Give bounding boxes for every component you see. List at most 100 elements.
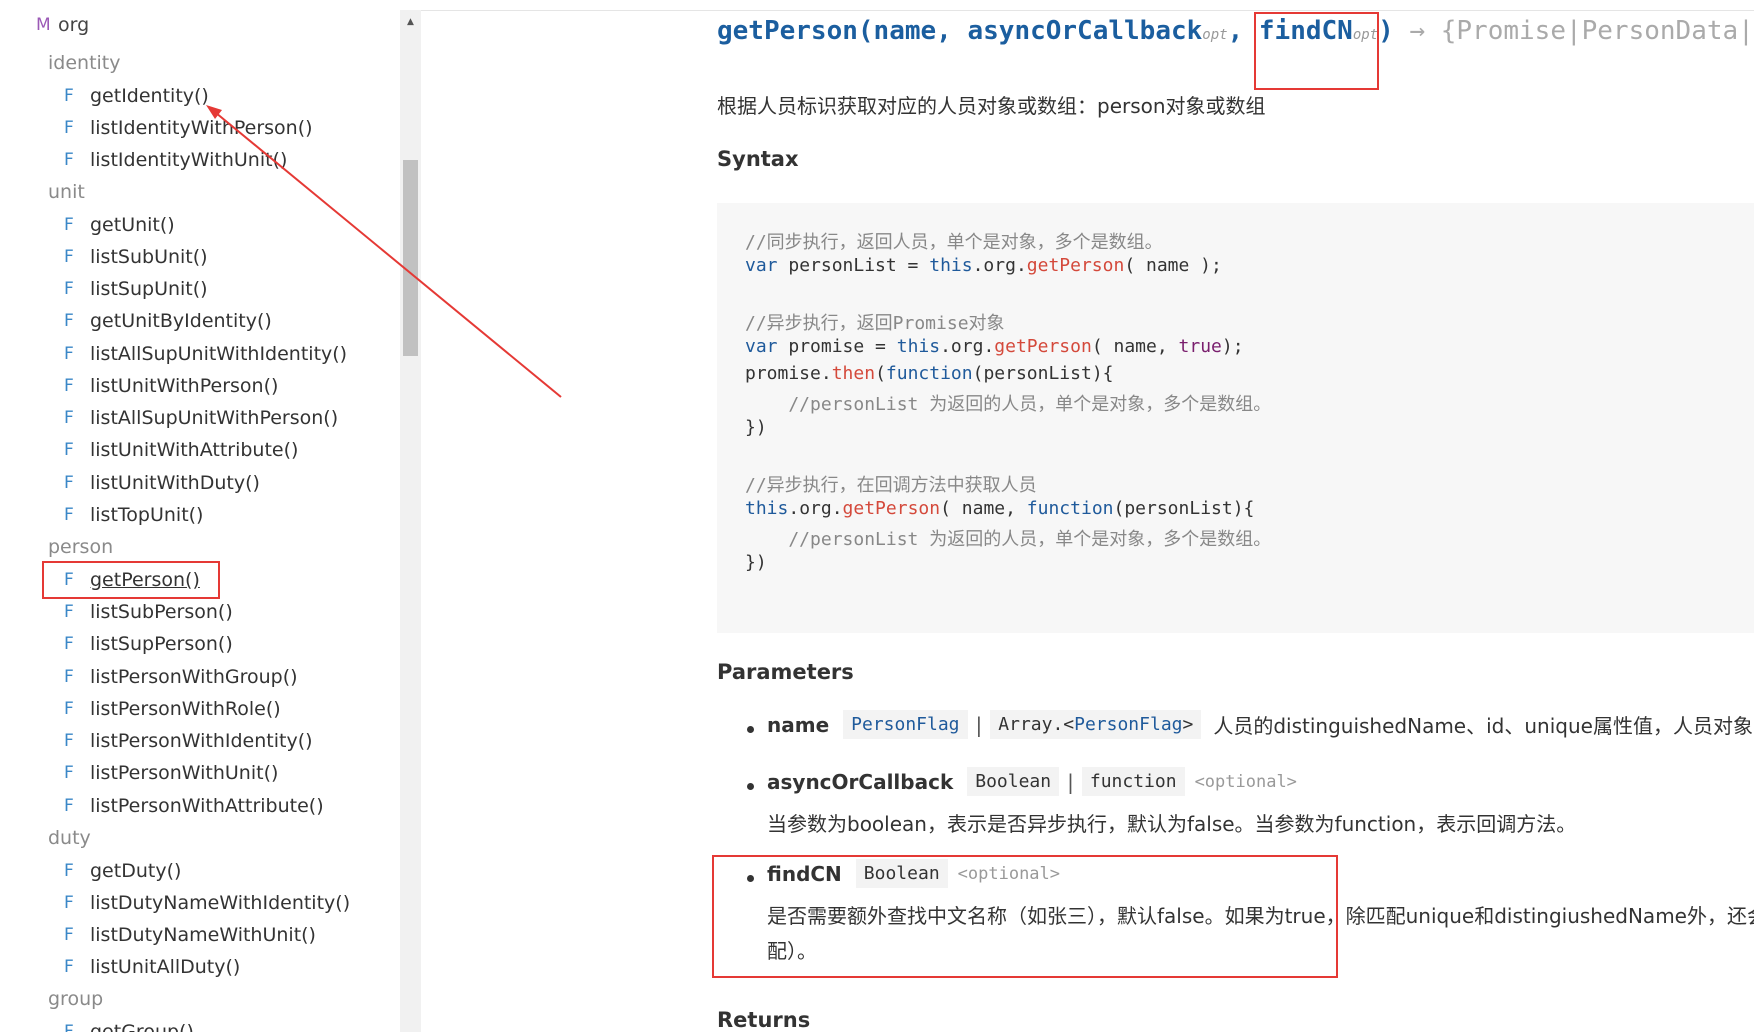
sidebar-item-listSubUnit[interactable]: FlistSubUnit() bbox=[64, 243, 208, 271]
sig-comma: , bbox=[1227, 16, 1259, 46]
function-kind-icon: F bbox=[64, 570, 74, 590]
function-kind-icon: F bbox=[64, 440, 74, 460]
code-line-13: }) bbox=[745, 552, 767, 573]
function-kind-icon: F bbox=[64, 376, 74, 396]
sig-return-type: → {Promise|PersonData| bbox=[1393, 16, 1754, 46]
sidebar-item-label: listDutyNameWithUnit() bbox=[90, 924, 316, 946]
sidebar-item-label: listDutyNameWithIdentity() bbox=[90, 892, 351, 914]
function-kind-icon: F bbox=[64, 150, 74, 170]
code-close-brace: }) bbox=[745, 417, 767, 438]
sig-open-paren: ( bbox=[857, 16, 874, 46]
sidebar-item-listPersonWithUnit[interactable]: FlistPersonWithUnit() bbox=[64, 759, 278, 787]
list-bullet bbox=[747, 875, 754, 882]
sidebar-item-label: getPerson() bbox=[90, 569, 200, 591]
param-label: name bbox=[767, 712, 830, 737]
sig-param-name: name bbox=[873, 16, 937, 46]
param-description-cont: 配）。 bbox=[767, 939, 817, 963]
sidebar-item-getUnit[interactable]: FgetUnit() bbox=[64, 211, 175, 239]
function-kind-icon: F bbox=[64, 344, 74, 364]
sig-close-paren: ) bbox=[1378, 16, 1394, 46]
sidebar-item-listUnitAllDuty[interactable]: FlistUnitAllDuty() bbox=[64, 953, 240, 981]
code-comment: //异步执行，返回Promise对象 bbox=[745, 313, 1005, 334]
sidebar-item-label: listPersonWithAttribute() bbox=[90, 795, 324, 817]
param-type: Boolean bbox=[967, 767, 1060, 796]
sidebar-item-label: getDuty() bbox=[90, 860, 182, 882]
sidebar-item-listAllSupUnitWithIdentity[interactable]: FlistAllSupUnitWithIdentity() bbox=[64, 340, 347, 368]
syntax-code-block: //同步执行，返回人员，单个是对象，多个是数组。 var personList … bbox=[717, 203, 1754, 633]
param-label: asyncOrCallback bbox=[767, 769, 954, 794]
function-kind-icon: F bbox=[64, 247, 74, 267]
sidebar-item-getDuty[interactable]: FgetDuty() bbox=[64, 857, 181, 885]
sidebar-item-listAllSupUnitWithPerson[interactable]: FlistAllSupUnitWithPerson() bbox=[64, 404, 338, 432]
sidebar-item-listPersonWithGroup[interactable]: FlistPersonWithGroup() bbox=[64, 663, 298, 691]
method-signature: getPerson(name, asyncOrCallbackopt, find… bbox=[717, 16, 1754, 46]
function-kind-icon: F bbox=[64, 699, 74, 719]
code-comment: //personList 为返回的人员，单个是对象，多个是数组。 bbox=[745, 394, 1272, 415]
param-type: Array.<PersonFlag> bbox=[990, 710, 1202, 739]
sig-comma: , bbox=[936, 16, 968, 46]
sidebar-item-listUnitWithDuty[interactable]: FlistUnitWithDuty() bbox=[64, 469, 260, 497]
sidebar-item-label: listUnitWithAttribute() bbox=[90, 439, 299, 461]
scroll-up-arrow-icon[interactable]: ▲ bbox=[400, 10, 421, 34]
scrollbar-thumb[interactable] bbox=[403, 160, 418, 356]
sidebar-scrollbar[interactable]: ▲ bbox=[400, 10, 421, 1032]
type-separator: | bbox=[975, 712, 983, 737]
type-prefix: Array.< bbox=[998, 714, 1075, 735]
sidebar-item-listSubPerson[interactable]: FlistSubPerson() bbox=[64, 598, 233, 626]
function-kind-icon: F bbox=[64, 118, 74, 138]
sidebar-item-label: listSubPerson() bbox=[90, 601, 233, 623]
sidebar-item-listIdentityWithUnit[interactable]: FlistIdentityWithUnit() bbox=[64, 146, 287, 174]
sidebar-item-label: getIdentity() bbox=[90, 85, 209, 107]
sidebar-item-listDutyNameWithUnit[interactable]: FlistDutyNameWithUnit() bbox=[64, 921, 316, 949]
group-identity: identity bbox=[48, 52, 121, 74]
parameters-heading: Parameters bbox=[717, 660, 854, 684]
param-description: 是否需要额外查找中文名称（如张三），默认false。如果为true，除匹配uni… bbox=[767, 904, 1754, 928]
sidebar-item-listPersonWithAttribute[interactable]: FlistPersonWithAttribute() bbox=[64, 792, 324, 820]
sidebar-item-getGroup[interactable]: FgetGroup() bbox=[64, 1018, 194, 1032]
type-link[interactable]: PersonFlag bbox=[851, 714, 959, 735]
function-kind-icon: F bbox=[64, 215, 74, 235]
returns-heading: Returns bbox=[717, 1008, 811, 1032]
sig-opt-tag: opt bbox=[1202, 27, 1228, 43]
sidebar-item-getPerson[interactable]: FgetPerson() bbox=[64, 566, 200, 594]
module-org[interactable]: M org bbox=[36, 12, 89, 38]
sidebar-item-listIdentityWithPerson[interactable]: FlistIdentityWithPerson() bbox=[64, 114, 313, 142]
sidebar-item-label: listSupPerson() bbox=[90, 633, 233, 655]
code-line-12: //personList 为返回的人员，单个是对象，多个是数组。 bbox=[745, 525, 1271, 551]
code-line-11: this.org.getPerson( name, function(perso… bbox=[745, 498, 1255, 519]
code-line-5: var promise = this.org.getPerson( name, … bbox=[745, 336, 1244, 357]
code-line-7: //personList 为返回的人员，单个是对象，多个是数组。 bbox=[745, 390, 1271, 416]
code-line-2: var personList = this.org.getPerson( nam… bbox=[745, 255, 1222, 276]
sidebar-item-listSupUnit[interactable]: FlistSupUnit() bbox=[64, 275, 208, 303]
param-asyncOrCallback: asyncOrCallback Boolean | function <opti… bbox=[767, 767, 1297, 796]
type-separator: | bbox=[1067, 769, 1074, 794]
param-findCN: findCN Boolean <optional> bbox=[767, 859, 1060, 888]
sidebar-item-listDutyNameWithIdentity[interactable]: FlistDutyNameWithIdentity() bbox=[64, 889, 350, 917]
syntax-heading: Syntax bbox=[717, 147, 799, 171]
code-line-10: //异步执行，在回调方法中获取人员 bbox=[745, 471, 1037, 497]
function-kind-icon: F bbox=[64, 893, 74, 913]
sidebar-item-label: listUnitWithPerson() bbox=[90, 375, 279, 397]
sig-param-asyncOrCallback: asyncOrCallback bbox=[967, 16, 1203, 46]
code-comment: //同步执行，返回人员，单个是对象，多个是数组。 bbox=[745, 232, 1163, 253]
sidebar-item-getIdentity[interactable]: FgetIdentity() bbox=[64, 82, 209, 110]
sidebar-item-listSupPerson[interactable]: FlistSupPerson() bbox=[64, 630, 233, 658]
sidebar-item-listTopUnit[interactable]: FlistTopUnit() bbox=[64, 501, 203, 529]
list-bullet bbox=[747, 783, 754, 790]
function-kind-icon: F bbox=[64, 667, 74, 687]
sidebar-item-listPersonWithRole[interactable]: FlistPersonWithRole() bbox=[64, 695, 281, 723]
type-suffix: > bbox=[1182, 714, 1194, 735]
sidebar-item-listUnitWithPerson[interactable]: FlistUnitWithPerson() bbox=[64, 372, 278, 400]
sidebar-item-getUnitByIdentity[interactable]: FgetUnitByIdentity() bbox=[64, 307, 272, 335]
sidebar-item-listPersonWithIdentity[interactable]: FlistPersonWithIdentity() bbox=[64, 727, 313, 755]
sidebar-item-label: getUnitByIdentity() bbox=[90, 310, 272, 332]
module-kind-icon: M bbox=[36, 15, 51, 35]
function-kind-icon: F bbox=[64, 279, 74, 299]
function-kind-icon: F bbox=[64, 763, 74, 783]
type-link[interactable]: PersonFlag bbox=[1074, 714, 1182, 735]
group-group: group bbox=[48, 988, 104, 1010]
sidebar-item-listUnitWithAttribute[interactable]: FlistUnitWithAttribute() bbox=[64, 436, 298, 464]
sidebar-item-label: listPersonWithUnit() bbox=[90, 762, 279, 784]
code-line-4: //异步执行，返回Promise对象 bbox=[745, 309, 1005, 335]
function-kind-icon: F bbox=[64, 473, 74, 493]
